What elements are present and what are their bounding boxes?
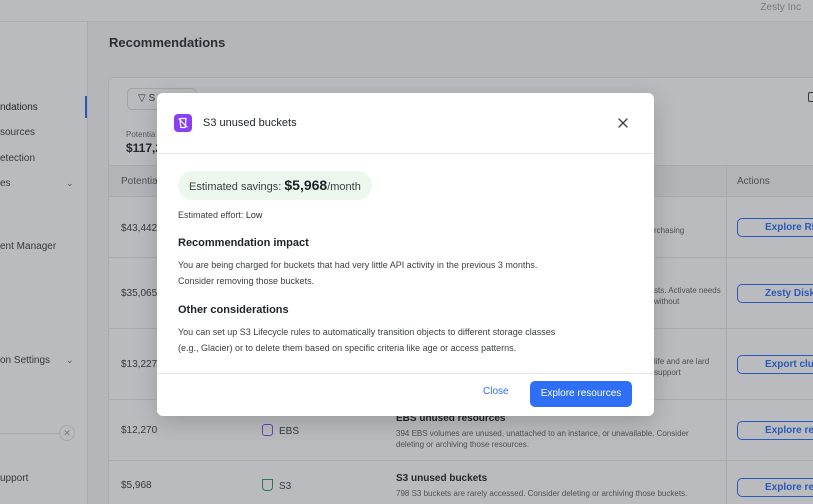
dialog-title: S3 unused buckets [203,117,297,129]
estimated-savings-badge: Estimated savings: $5,968/month [178,171,372,200]
savings-value: $5,968 [284,177,328,193]
considerations-line: You can set up S3 Lifecycle rules to aut… [178,327,556,337]
savings-label: Estimated savings: [189,181,285,193]
impact-text: You are being charged for buckets that h… [178,257,638,289]
dialog-header: S3 unused buckets [157,93,654,154]
estimated-effort: Estimated effort: Low [178,210,262,220]
impact-line: You are being charged for buckets that h… [178,260,538,270]
impact-line: Consider removing those buckets. [178,276,315,286]
close-icon[interactable] [615,115,631,131]
recommendation-dialog: S3 unused buckets Estimated savings: $5,… [157,93,654,416]
s3-bucket-icon [174,114,192,132]
effort-label: Estimated effort: [178,210,244,220]
close-button[interactable]: Close [483,386,509,397]
considerations-text: You can set up S3 Lifecycle rules to aut… [178,324,638,356]
considerations-line: (e.g., Glacier) or to delete them based … [178,343,517,353]
savings-unit: /month [327,181,361,193]
effort-value: Low [245,210,263,220]
explore-resources-button[interactable]: Explore resources [530,381,632,407]
considerations-heading: Other considerations [178,304,289,316]
impact-heading: Recommendation impact [178,237,309,249]
dialog-footer-divider [157,373,654,374]
